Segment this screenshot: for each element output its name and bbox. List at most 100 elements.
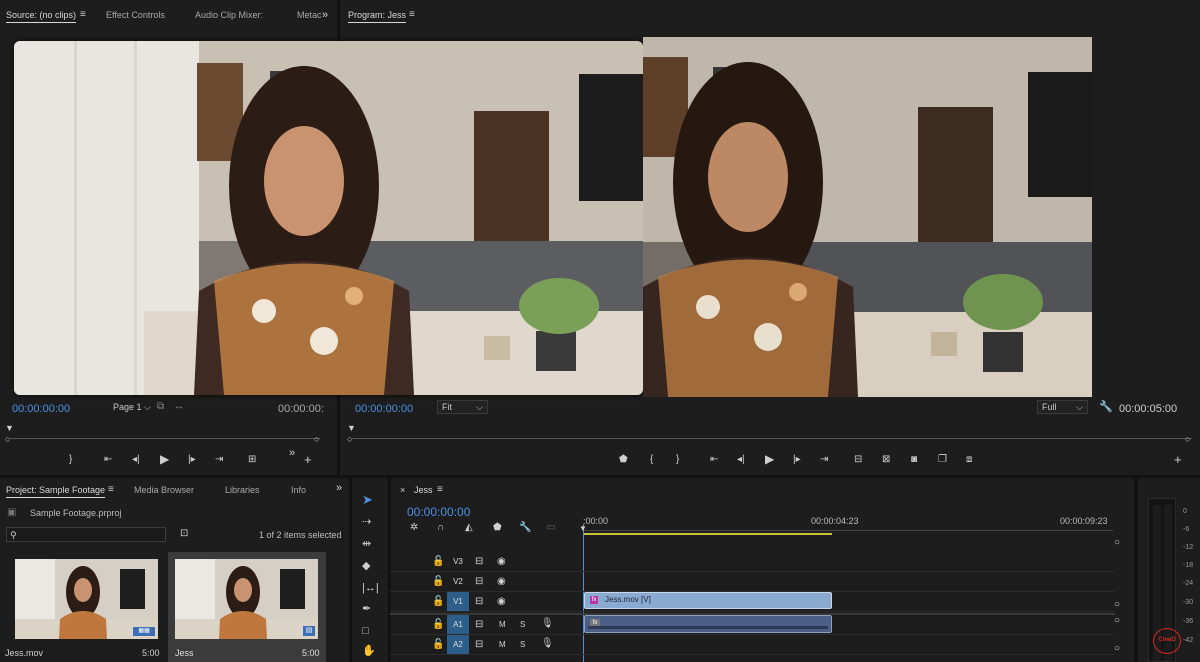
source-in-point-icon[interactable]: ○ [5,434,10,444]
hand-tool-icon[interactable]: ✋ [362,646,376,657]
solo-button[interactable]: S [520,620,525,630]
track-select-tool-icon[interactable]: ⇢ [362,517,371,528]
add-button-icon[interactable]: + [304,453,312,466]
sync-lock-icon[interactable]: ⊟ [475,620,483,630]
program-in-point-icon[interactable]: ○ [347,434,352,444]
mute-button[interactable]: M [499,620,506,630]
close-sequence-icon[interactable]: × [400,485,405,495]
tab-source[interactable]: Source: (no clips) [6,10,77,23]
add-button-icon[interactable]: + [1174,453,1182,466]
horizontal-divider[interactable] [0,475,1200,478]
sequence-tab[interactable]: Jess [414,485,433,495]
lock-icon[interactable]: 🔓 [432,620,444,630]
step-back-icon[interactable]: ◂| [132,455,140,465]
program-timecode[interactable]: 00:00:00:00 [355,403,413,415]
source-move-icon[interactable]: ↔ [174,402,184,412]
project-menu-icon[interactable]: ≡ [108,485,114,495]
panel-divider[interactable] [1134,478,1138,662]
eye-icon[interactable]: ◉ [497,557,506,567]
panel-overflow-icon[interactable]: » [322,10,328,21]
step-forward-icon[interactable]: |▸ [188,455,196,465]
slip-tool-icon[interactable]: |↔| [362,583,379,594]
step-back-icon[interactable]: ◂| [737,455,745,465]
camera-icon[interactable]: ◙ [911,455,917,465]
program-scrubber-track[interactable] [352,438,1192,439]
lift-icon[interactable]: ⊟ [854,455,862,465]
extract-icon[interactable]: ⊠ [882,455,890,465]
microphone-icon[interactable]: 🎙 [541,619,554,629]
snap-icon[interactable]: ∩ [437,523,444,533]
sync-lock-icon[interactable]: ⊟ [475,577,483,587]
ripple-edit-tool-icon[interactable]: ⇹ [362,539,371,550]
eye-icon[interactable]: ◉ [497,597,506,607]
timeline-settings-icon[interactable]: 🔧 [519,523,531,533]
microphone-icon[interactable]: 🎙 [541,639,554,649]
program-out-point-icon[interactable]: ○ [1185,434,1190,444]
selection-tool-icon[interactable]: ➤ [362,493,373,506]
go-to-in-icon[interactable]: ⇤ [104,455,112,465]
source-scrubber-track[interactable] [10,438,320,439]
play-icon[interactable]: ▶ [160,453,169,465]
source-timecode[interactable]: 00:00:00:00 [12,403,70,415]
source-playhead-icon[interactable]: ▼ [5,423,14,433]
tab-media-browser[interactable]: Media Browser [134,485,194,495]
program-playhead-icon[interactable]: ▼ [347,423,356,433]
new-bin-icon[interactable]: ⊡ [180,529,188,539]
vertical-scroll-handle-icon[interactable]: ○ [1114,616,1120,626]
wrench-icon[interactable]: 🔧 [1099,402,1113,413]
go-to-in-icon[interactable]: ⇤ [710,455,718,465]
add-marker-icon[interactable]: ⬟ [619,455,628,465]
lock-icon[interactable]: 🔓 [432,640,444,650]
overflow-icon[interactable]: » [289,448,295,459]
track-label-a2[interactable]: A2 [447,635,469,654]
vertical-scroll-handle-icon[interactable]: ○ [1114,600,1120,610]
sequence-menu-icon[interactable]: ≡ [437,485,443,495]
timeline-timecode[interactable]: 00:00:00:00 [407,505,470,519]
mark-out-icon[interactable]: } [676,455,679,465]
go-to-out-icon[interactable]: ⇥ [215,455,223,465]
solo-button[interactable]: S [520,640,525,650]
mute-button[interactable]: M [499,640,506,650]
track-label-a1[interactable]: A1 [447,615,469,634]
lock-icon[interactable]: 🔓 [432,577,444,587]
tab-program[interactable]: Program: Jess [348,10,407,23]
step-forward-icon[interactable]: |▸ [793,455,801,465]
vertical-scroll-handle-icon[interactable]: ○ [1114,538,1120,548]
tab-project[interactable]: Project: Sample Footage [6,485,106,498]
source-out-point-icon[interactable]: ○ [314,434,319,444]
mark-in-icon[interactable]: { [650,455,653,465]
tab-metadata[interactable]: Metac [297,10,322,20]
go-to-out-icon[interactable]: ⇥ [820,455,828,465]
video-clip[interactable]: fx Jess.mov [V] [584,592,832,609]
project-search-input[interactable]: ⚲ [6,527,166,542]
insert-icon[interactable]: ⊞ [248,455,256,465]
playhead-handle-icon[interactable]: ▼ [579,524,587,534]
captions-icon[interactable]: ▭ [546,523,555,533]
audio-clip[interactable]: fx [584,615,832,633]
tab-info[interactable]: Info [291,485,306,495]
program-fit-dropdown[interactable]: Fit ⌵ [437,400,488,414]
sync-lock-icon[interactable]: ⊟ [475,640,483,650]
source-frame-icon[interactable]: ⧉ [157,402,164,412]
lock-icon[interactable]: 🔓 [432,597,444,607]
panel-menu-icon[interactable]: ≡ [80,10,86,20]
lock-icon[interactable]: 🔓 [432,557,444,567]
track-label-v3[interactable]: V3 [447,552,469,571]
razor-tool-icon[interactable]: ◆ [362,561,370,572]
mark-out-icon[interactable]: } [69,455,72,465]
tab-libraries[interactable]: Libraries [225,485,260,495]
vertical-scroll-handle-icon[interactable]: ○ [1114,644,1120,654]
project-item[interactable]: ▦▦ Jess.mov 5:00 [5,552,166,662]
track-label-v1[interactable]: V1 [447,592,469,611]
program-menu-icon[interactable]: ≡ [409,10,415,20]
comparison-icon[interactable]: ⧈ [966,455,972,465]
sync-lock-icon[interactable]: ⊟ [475,597,483,607]
panel-divider[interactable] [349,478,352,662]
play-icon[interactable]: ▶ [765,453,774,465]
add-marker-icon[interactable]: ⬟ [493,523,502,533]
pen-tool-icon[interactable]: ✒ [362,604,371,615]
eye-icon[interactable]: ◉ [497,577,506,587]
track-label-v2[interactable]: V2 [447,572,469,591]
work-area-bar[interactable] [583,533,832,535]
source-page-dropdown[interactable]: Page 1 ⌵ [109,401,155,414]
